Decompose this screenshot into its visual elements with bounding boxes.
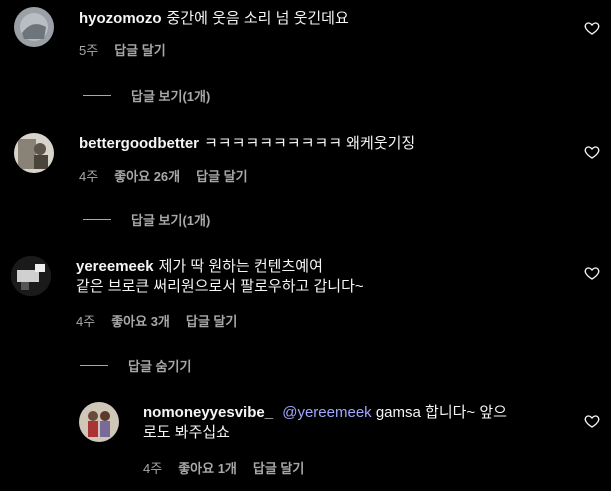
divider xyxy=(83,95,111,96)
comment-meta: 4주 좋아요 3개 답글 달기 xyxy=(76,311,253,330)
avatar[interactable] xyxy=(11,256,51,296)
comment-text: bettergoodbetter ㅋㅋㅋㅋㅋㅋㅋㅋㅋㅋ 왜케웃기징 xyxy=(79,134,559,154)
reply-button[interactable]: 답글 달기 xyxy=(186,314,237,329)
reply-button[interactable]: 답글 달기 xyxy=(114,43,165,58)
username[interactable]: nomoneyyesvibe_ xyxy=(143,404,273,421)
comment-meta: 5주 답글 달기 xyxy=(79,40,182,59)
hide-replies-label: 답글 숨기기 xyxy=(128,359,192,374)
likes-count[interactable]: 좋아요 1개 xyxy=(178,461,237,476)
heart-icon[interactable] xyxy=(584,20,600,36)
avatar[interactable] xyxy=(14,133,54,173)
comment-body-line1: 제가 딱 원하는 컨텐츠예여 xyxy=(158,258,323,275)
hide-replies-button[interactable]: 답글 숨기기 xyxy=(80,356,191,375)
comment-body-line2: 로도 봐주십쇼 xyxy=(143,424,230,441)
view-replies-label: 답글 보기(1개) xyxy=(131,213,211,228)
heart-icon[interactable] xyxy=(584,413,600,429)
comment-body: ㅋㅋㅋㅋㅋㅋㅋㅋㅋㅋ 왜케웃기징 xyxy=(204,135,416,152)
comment-text: hyozomozo 중간에 웃음 소리 넘 웃긴데요 xyxy=(79,9,559,29)
heart-icon[interactable] xyxy=(584,265,600,281)
username[interactable]: yereemeek xyxy=(76,258,154,275)
avatar[interactable] xyxy=(79,402,119,442)
timestamp[interactable]: 4주 xyxy=(76,314,95,329)
likes-count[interactable]: 좋아요 3개 xyxy=(111,314,170,329)
timestamp[interactable]: 4주 xyxy=(143,461,162,476)
divider xyxy=(80,365,108,366)
comment-text: nomoneyyesvibe_ @yereemeek gamsa 합니다~ 앞으… xyxy=(143,403,563,443)
username[interactable]: bettergoodbetter xyxy=(79,135,199,152)
likes-count[interactable]: 좋아요 26개 xyxy=(114,169,180,184)
comment-meta: 4주 좋아요 26개 답글 달기 xyxy=(79,166,264,185)
reply-button[interactable]: 답글 달기 xyxy=(253,461,304,476)
comment-text: yereemeek 제가 딱 원하는 컨텐츠예여 같은 브로큰 써리원으로서 팔로… xyxy=(76,257,556,297)
reply-button[interactable]: 답글 달기 xyxy=(196,169,247,184)
divider xyxy=(83,219,111,220)
avatar[interactable] xyxy=(14,7,54,47)
timestamp[interactable]: 5주 xyxy=(79,43,98,58)
comment-meta: 4주 좋아요 1개 답글 달기 xyxy=(143,458,320,477)
comment-body-line2: 같은 브로큰 써리원으로서 팔로우하고 갑니다~ xyxy=(76,278,364,295)
timestamp[interactable]: 4주 xyxy=(79,169,98,184)
heart-icon[interactable] xyxy=(584,144,600,160)
mention-link[interactable]: @yereemeek xyxy=(282,404,371,421)
comment-body-line1: gamsa 합니다~ 앞으 xyxy=(375,404,507,421)
view-replies-label: 답글 보기(1개) xyxy=(131,89,211,104)
comment-body: 중간에 웃음 소리 넘 웃긴데요 xyxy=(166,10,349,27)
username[interactable]: hyozomozo xyxy=(79,10,162,27)
view-replies-button[interactable]: 답글 보기(1개) xyxy=(83,86,210,105)
view-replies-button[interactable]: 답글 보기(1개) xyxy=(83,210,210,229)
